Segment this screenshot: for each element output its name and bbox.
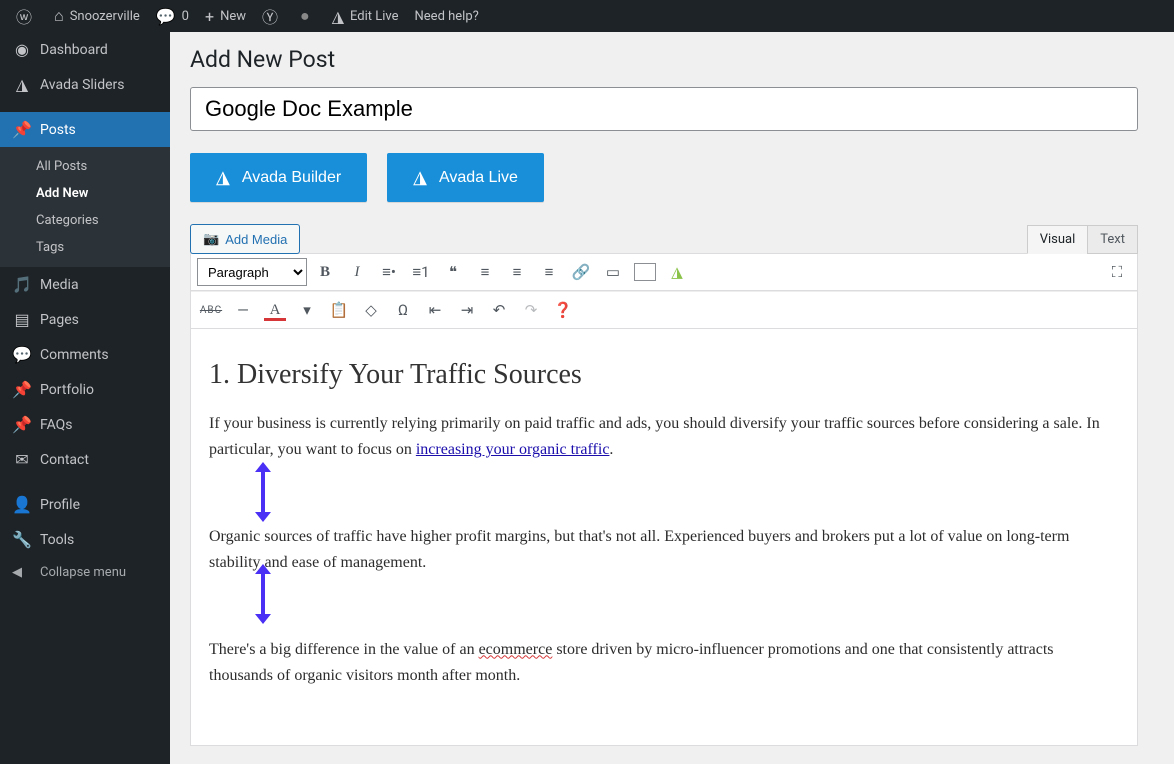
undo-button[interactable]: ↶ [485, 296, 513, 324]
menu-contact[interactable]: ✉Contact [0, 442, 170, 477]
spellcheck-word: ecommerce [479, 641, 553, 658]
yoast-icon[interactable]: Ⓨ [254, 0, 292, 32]
menu-posts[interactable]: 📌Posts [0, 112, 170, 147]
tab-visual[interactable]: Visual [1027, 225, 1089, 254]
post-title-input[interactable] [190, 87, 1138, 131]
bullet-list-button[interactable]: ≡• [375, 258, 403, 286]
editor-container: Paragraph B I ≡• ≡1 ❝ ≡ ≡ ≡ 🔗 ▭ ◮ ⛶ ABC … [190, 253, 1138, 746]
outdent-button[interactable]: ⇤ [421, 296, 449, 324]
clear-format-button[interactable]: ◇ [357, 296, 385, 324]
editor-content[interactable]: 1. Diversify Your Traffic Sources If you… [191, 329, 1137, 745]
italic-button[interactable]: I [343, 258, 371, 286]
collapse-icon: ◀ [12, 565, 32, 580]
align-left-button[interactable]: ≡ [471, 258, 499, 286]
tab-text[interactable]: Text [1087, 225, 1138, 254]
spacing-arrow-1 [261, 471, 265, 513]
submenu-categories[interactable]: Categories [0, 207, 170, 234]
read-more-button[interactable]: ▭ [599, 258, 627, 286]
color-swatch[interactable] [631, 258, 659, 286]
link-button[interactable]: 🔗 [567, 258, 595, 286]
status-dot[interactable]: ● [292, 0, 324, 32]
avada-logo-icon: ◮ [413, 167, 427, 188]
avada-icon: ◮ [12, 75, 32, 94]
submenu-add-new[interactable]: Add New [0, 180, 170, 207]
special-char-button[interactable]: Ω [389, 296, 417, 324]
site-link[interactable]: ⌂Snoozerville [46, 0, 148, 32]
menu-tools[interactable]: 🔧Tools [0, 522, 170, 557]
numbered-list-button[interactable]: ≡1 [407, 258, 435, 286]
portfolio-icon: 📌 [12, 380, 32, 399]
comments-icon: 💬 [12, 345, 32, 364]
main-content: Add New Post ◮Avada Builder ◮Avada Live … [170, 32, 1158, 746]
content-paragraph-3: There's a big difference in the value of… [209, 637, 1119, 690]
submenu-all-posts[interactable]: All Posts [0, 153, 170, 180]
menu-profile[interactable]: 👤Profile [0, 487, 170, 522]
wp-logo[interactable]: ⓦ [8, 0, 46, 32]
comments-bubble[interactable]: 💬0 [148, 0, 197, 32]
dashboard-icon: ◉ [12, 40, 32, 59]
admin-bar: ⓦ ⌂Snoozerville 💬0 +New Ⓨ ● ◮Edit Live N… [0, 0, 1174, 32]
editor-mode-tabs: Visual Text [1028, 225, 1138, 254]
spacing-arrow-2 [261, 573, 265, 615]
camera-icon: 📷 [203, 231, 219, 247]
content-paragraph-1: If your business is currently relying pr… [209, 411, 1119, 464]
media-icon: 🎵 [12, 275, 32, 294]
align-right-button[interactable]: ≡ [535, 258, 563, 286]
need-help[interactable]: Need help? [407, 0, 487, 32]
new-content[interactable]: +New [197, 0, 254, 32]
pin-icon: 📌 [12, 120, 32, 139]
redo-button[interactable]: ↷ [517, 296, 545, 324]
avada-element-button[interactable]: ◮ [663, 258, 691, 286]
hr-button[interactable]: — [229, 296, 257, 324]
bold-button[interactable]: B [311, 258, 339, 286]
text-color-button[interactable]: A [261, 296, 289, 324]
submenu-tags[interactable]: Tags [0, 234, 170, 261]
menu-media[interactable]: 🎵Media [0, 267, 170, 302]
faqs-icon: 📌 [12, 415, 32, 434]
fullscreen-button[interactable]: ⛶ [1103, 258, 1131, 286]
admin-sidebar: ◉Dashboard ◮Avada Sliders 📌Posts All Pos… [0, 32, 170, 764]
text-color-dropdown[interactable]: ▾ [293, 296, 321, 324]
content-paragraph-2: Organic sources of traffic have higher p… [209, 524, 1119, 577]
collapse-menu[interactable]: ◀Collapse menu [0, 557, 170, 588]
content-heading: 1. Diversify Your Traffic Sources [209, 359, 1119, 391]
avada-logo-icon: ◮ [216, 167, 230, 188]
editor-toolbar-1: Paragraph B I ≡• ≡1 ❝ ≡ ≡ ≡ 🔗 ▭ ◮ ⛶ [191, 254, 1137, 291]
menu-avada-sliders[interactable]: ◮Avada Sliders [0, 67, 170, 102]
menu-portfolio[interactable]: 📌Portfolio [0, 372, 170, 407]
wrench-icon: 🔧 [12, 530, 32, 549]
format-select[interactable]: Paragraph [197, 258, 307, 286]
strikethrough-button[interactable]: ABC [197, 296, 225, 324]
page-heading: Add New Post [190, 46, 1138, 73]
align-center-button[interactable]: ≡ [503, 258, 531, 286]
menu-pages[interactable]: ▤Pages [0, 302, 170, 337]
paste-text-button[interactable]: 📋 [325, 296, 353, 324]
user-icon: 👤 [12, 495, 32, 514]
menu-dashboard[interactable]: ◉Dashboard [0, 32, 170, 67]
editor-toolbar-2: ABC — A ▾ 📋 ◇ Ω ⇤ ⇥ ↶ ↷ ❓ [191, 291, 1137, 329]
pages-icon: ▤ [12, 310, 32, 329]
edit-live[interactable]: ◮Edit Live [324, 0, 407, 32]
blockquote-button[interactable]: ❝ [439, 258, 467, 286]
submenu-posts: All Posts Add New Categories Tags [0, 147, 170, 267]
avada-live-button[interactable]: ◮Avada Live [387, 153, 544, 202]
menu-faqs[interactable]: 📌FAQs [0, 407, 170, 442]
indent-button[interactable]: ⇥ [453, 296, 481, 324]
envelope-icon: ✉ [12, 450, 32, 469]
organic-traffic-link[interactable]: increasing your organic traffic [416, 441, 610, 458]
add-media-button[interactable]: 📷Add Media [190, 224, 300, 254]
avada-builder-button[interactable]: ◮Avada Builder [190, 153, 367, 202]
help-button[interactable]: ❓ [549, 296, 577, 324]
menu-comments[interactable]: 💬Comments [0, 337, 170, 372]
